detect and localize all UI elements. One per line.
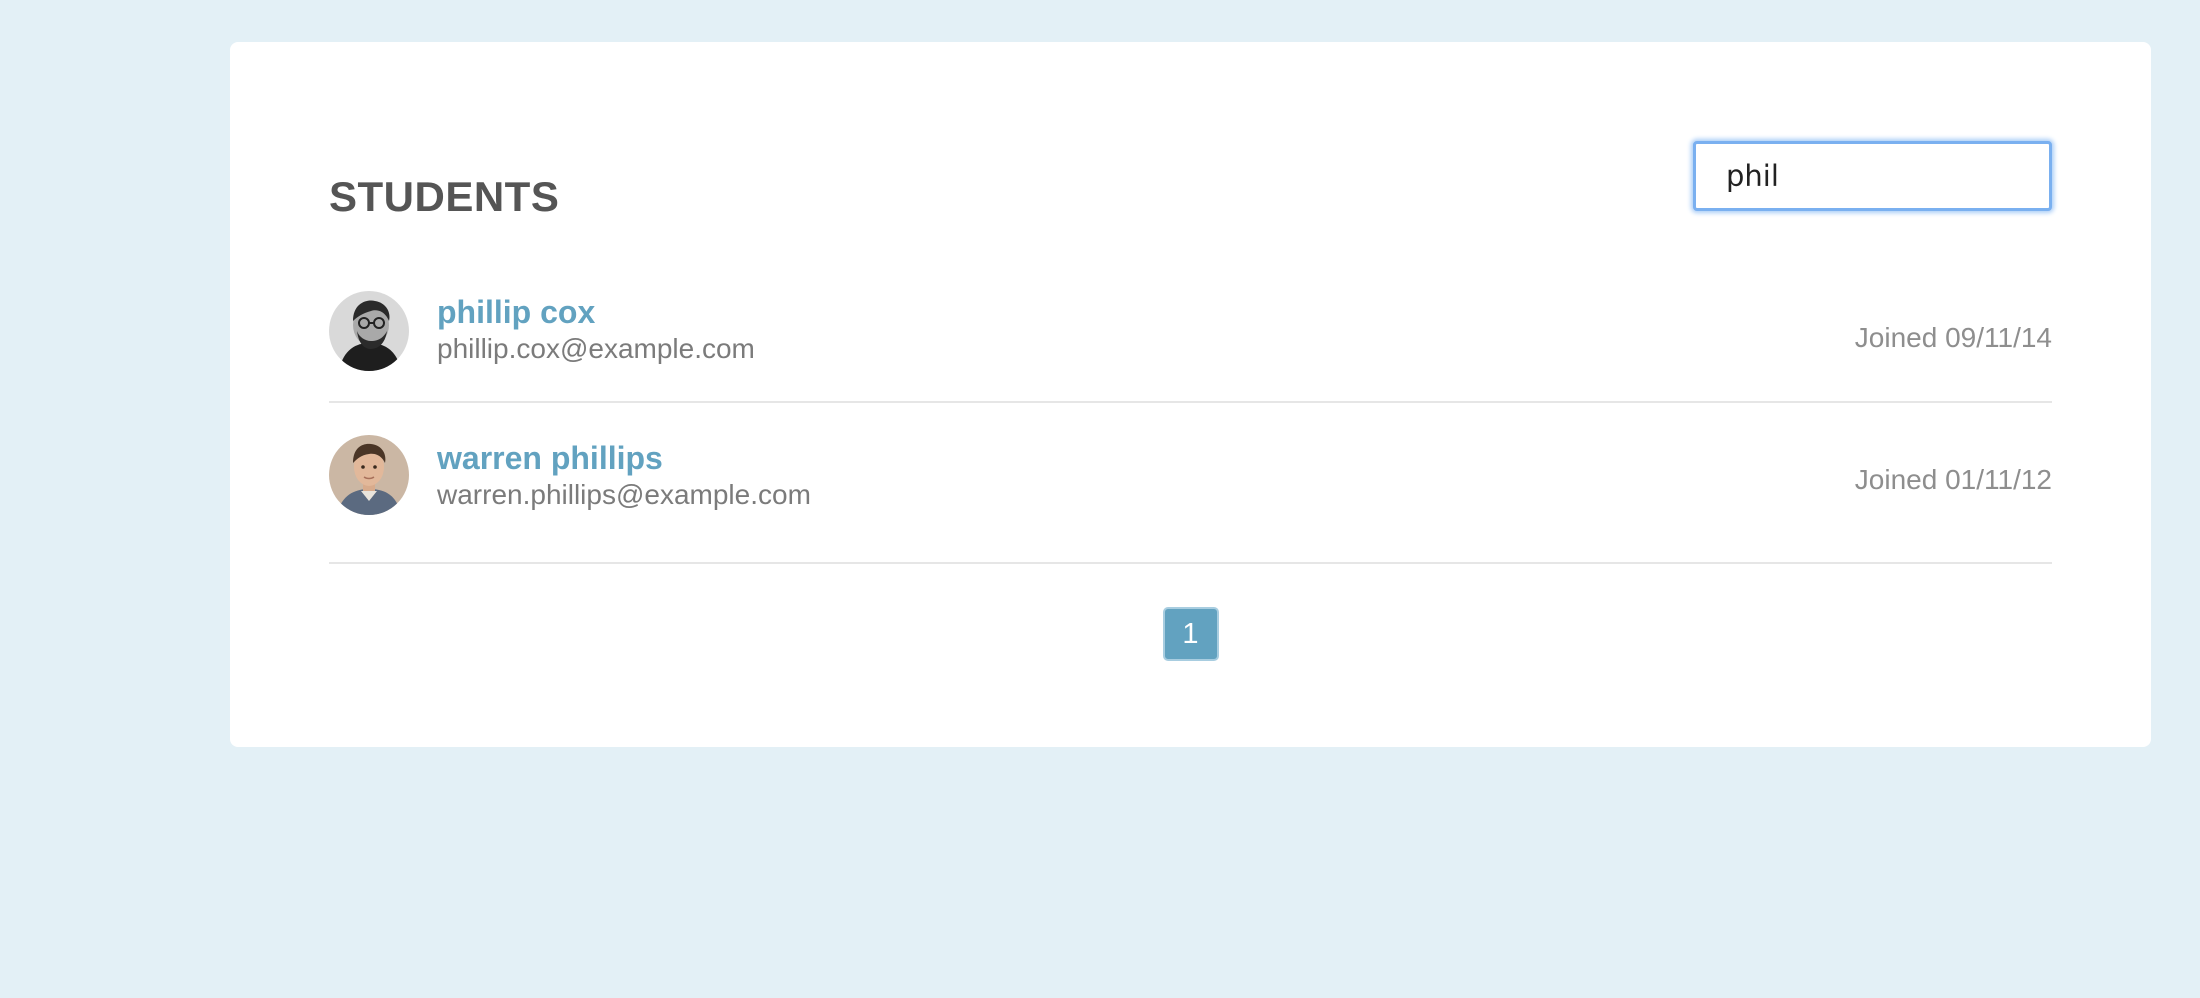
pagination: 1 xyxy=(230,607,2151,661)
student-email: phillip.cox@example.com xyxy=(437,333,755,364)
students-card: STUDENTS phillip cox phillip.cox@example xyxy=(230,42,2151,747)
student-email: warren.phillips@example.com xyxy=(437,479,811,510)
person-icon xyxy=(329,291,409,371)
student-name-link[interactable]: warren phillips xyxy=(437,440,811,476)
student-list: phillip cox phillip.cox@example.com Join… xyxy=(329,242,2052,564)
page-1-button[interactable]: 1 xyxy=(1162,607,1219,661)
search-input[interactable] xyxy=(1693,141,2052,211)
avatar xyxy=(329,291,409,371)
avatar xyxy=(329,435,409,515)
person-icon xyxy=(329,435,409,515)
student-name-link[interactable]: phillip cox xyxy=(437,294,755,330)
student-info: phillip cox phillip.cox@example.com xyxy=(437,294,755,368)
joined-date: Joined 09/11/14 xyxy=(1854,322,2052,353)
page-title: STUDENTS xyxy=(329,173,560,220)
list-item: phillip cox phillip.cox@example.com Join… xyxy=(329,242,2052,403)
card-header: STUDENTS xyxy=(329,139,2052,223)
student-info: warren phillips warren.phillips@example.… xyxy=(437,440,811,514)
list-item: warren phillips warren.phillips@example.… xyxy=(329,403,2052,564)
joined-date: Joined 01/11/12 xyxy=(1854,464,2052,495)
